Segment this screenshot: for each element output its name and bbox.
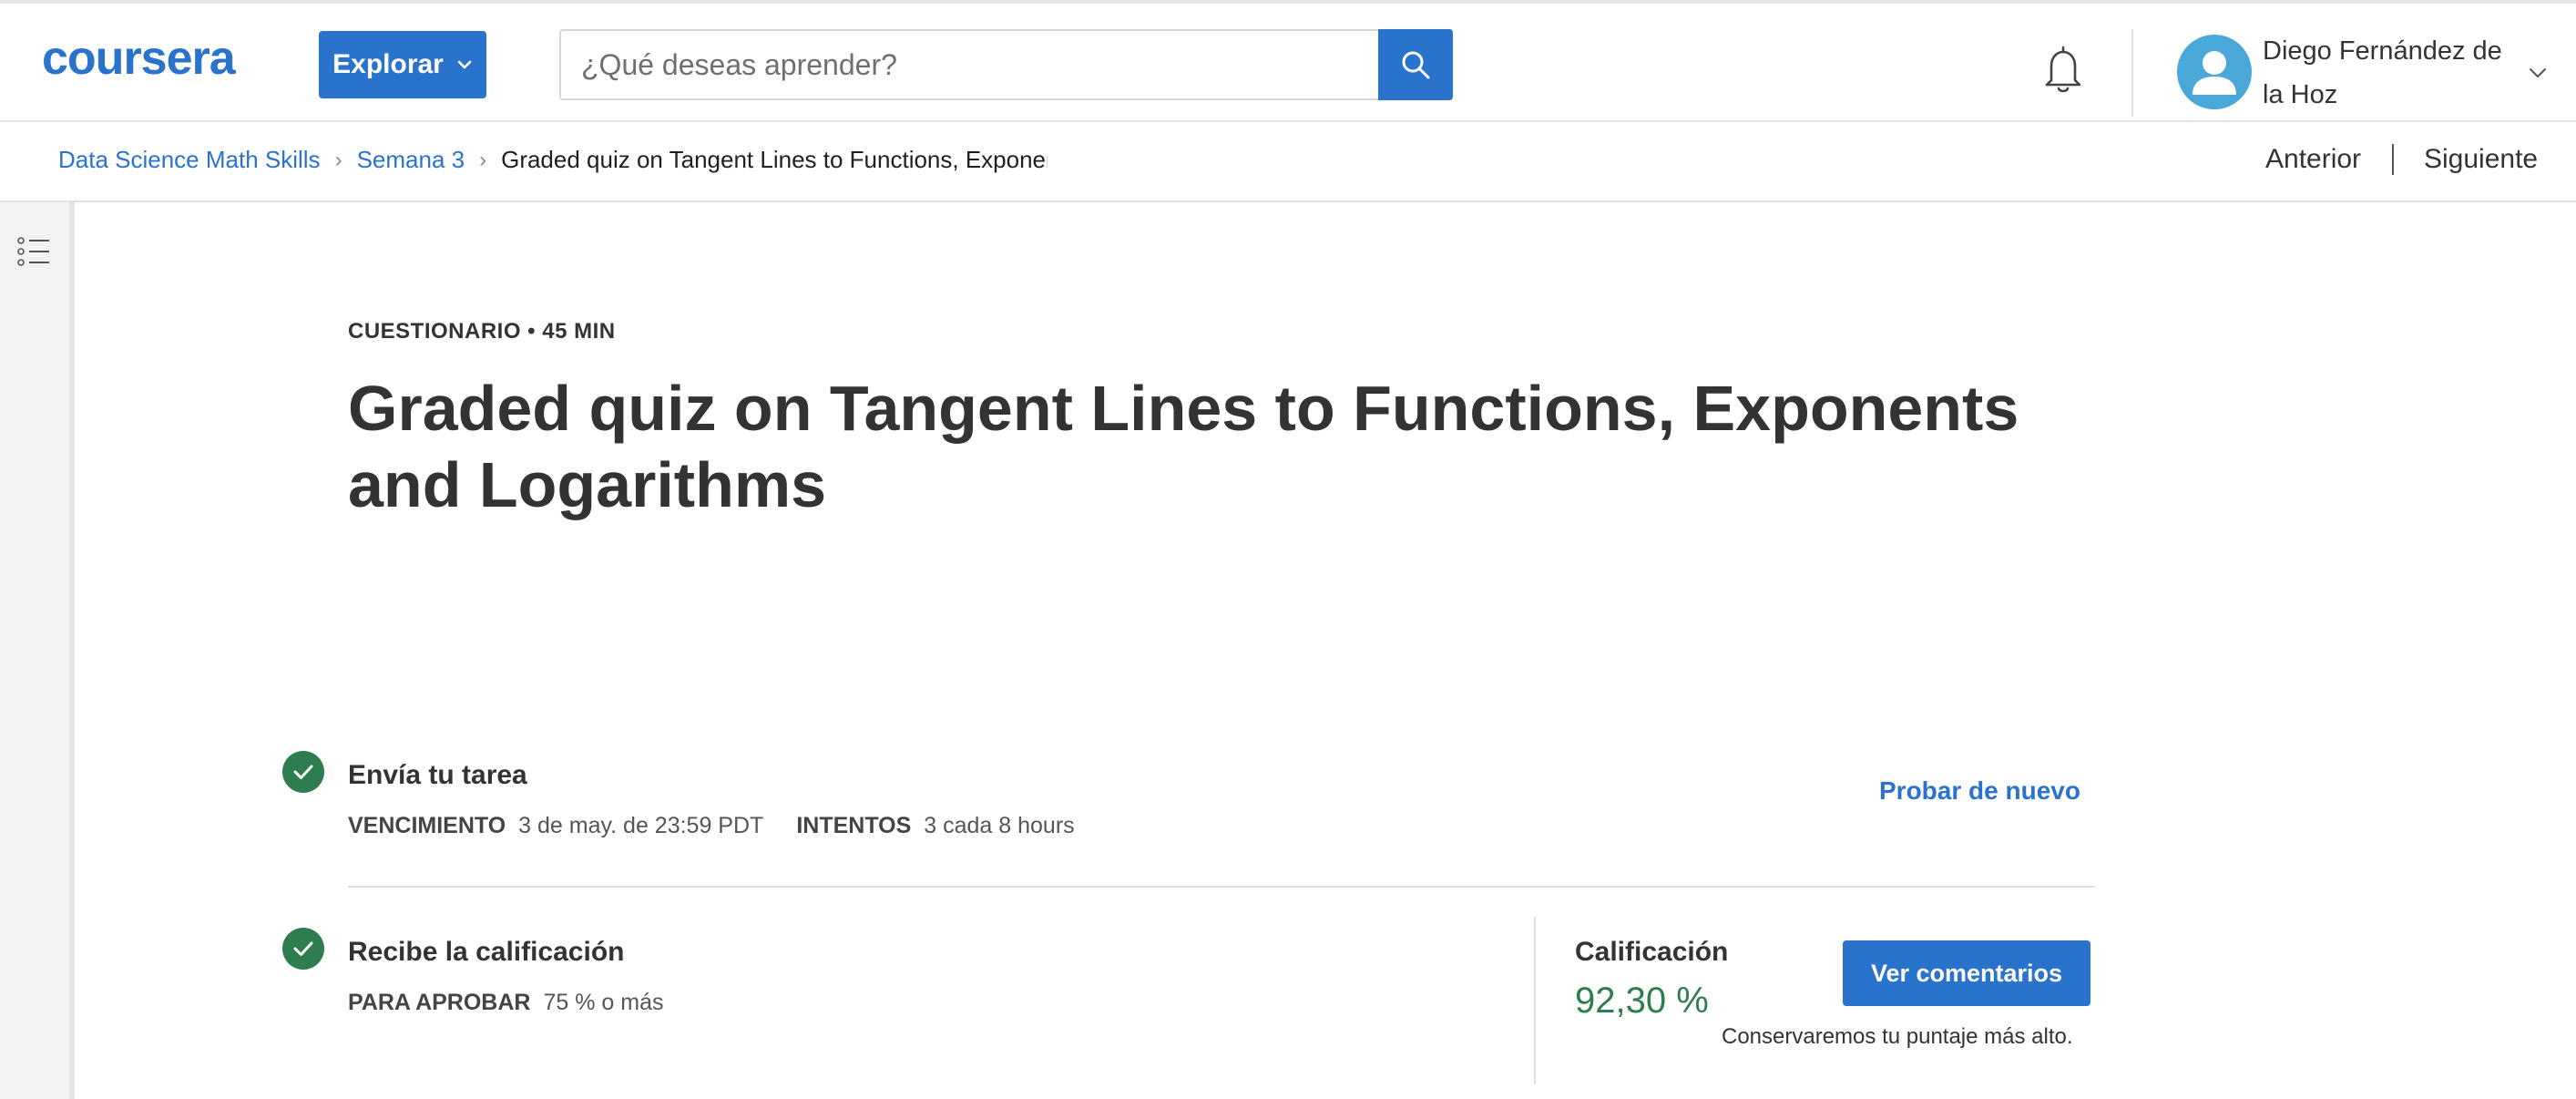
retry-link[interactable]: Probar de nuevo [1879,776,2080,806]
user-name[interactable]: Diego Fernández de la Hoz [2263,29,2527,117]
view-feedback-button[interactable]: Ver comentarios [1843,940,2090,1006]
section-divider [348,886,2095,888]
grade-divider [1534,917,1536,1084]
breadcrumb-course[interactable]: Data Science Math Skills [58,146,321,174]
user-icon [2193,51,2236,95]
breadcrumb-bar: Data Science Math Skills › Semana 3 › Gr… [0,122,2576,202]
breadcrumb-current: Graded quiz on Tangent Lines to Function… [501,146,1048,173]
due-value: 3 de may. de 23:59 PDT [518,813,764,838]
pass-value: 75 % o más [543,990,664,1015]
avatar[interactable] [2177,35,2252,109]
quiz-meta: CUESTIONARIO • 45 MIN [348,319,616,344]
explore-button[interactable]: Explorar [319,31,486,98]
submit-step-title: Envía tu tarea [348,760,527,790]
check-circle-icon [282,928,324,970]
page-title: Graded quiz on Tangent Lines to Function… [348,373,2019,520]
chevron-right-icon: › [479,147,487,172]
pass-label: PARA APROBAR [348,990,531,1015]
course-sidebar [0,202,75,1099]
grade-step-meta: PARA APROBAR 75 % o más [348,990,663,1016]
list-icon[interactable] [16,233,53,270]
attempts-value: 3 cada 8 hours [924,813,1075,838]
search-icon [1402,51,1430,79]
breadcrumb: Data Science Math Skills › Semana 3 › Gr… [58,146,1048,174]
explore-label: Explorar [332,49,444,79]
submit-step-meta: VENCIMIENTO 3 de may. de 23:59 PDT INTENTO… [348,813,1075,839]
coursera-logo[interactable]: coursera [42,31,236,86]
grade-note: Conservaremos tu puntaje más alto. [1722,1024,2073,1049]
top-header: coursera Explorar Diego Fernández de la … [0,4,2576,122]
search-input[interactable] [561,31,1452,98]
chevron-down-icon [457,60,472,69]
chevron-down-icon[interactable] [2527,62,2549,84]
due-label: VENCIMIENTO [348,813,506,838]
previous-link[interactable]: Anterior [2265,144,2361,175]
chevron-right-icon: › [334,147,342,172]
check-circle-icon [282,751,324,793]
nav-divider [2392,144,2394,175]
header-divider [2131,29,2133,117]
grade-value: 92,30 % [1575,981,1709,1021]
attempts-label: INTENTOS [796,813,912,838]
search-box [559,29,1452,100]
search-button[interactable] [1378,29,1453,100]
grade-label: Calificación [1575,937,1729,967]
bell-icon[interactable] [2040,44,2086,95]
grade-step-title: Recibe la calificación [348,937,625,967]
next-link[interactable]: Siguiente [2424,144,2538,175]
breadcrumb-week[interactable]: Semana 3 [357,146,465,174]
